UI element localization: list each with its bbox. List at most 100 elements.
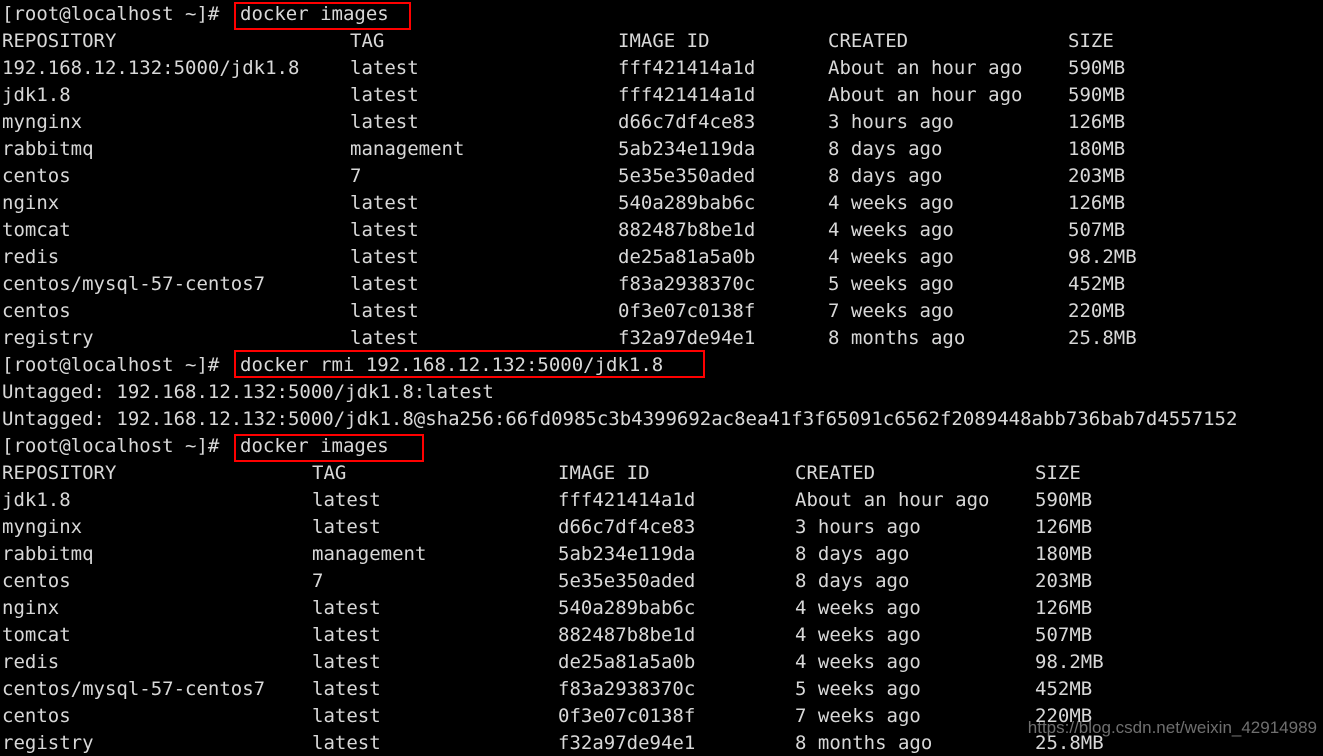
cell-size: 220MB [1068, 300, 1126, 322]
untagged-line-0-text: Untagged: 192.168.12.132:5000/jdk1.8:lat… [2, 381, 494, 403]
cell-repository: jdk1.8 [2, 84, 71, 106]
cell-created: 4 weeks ago [795, 597, 921, 619]
shell-prompt: [root@localhost ~]# [2, 3, 231, 25]
cell-repository: mynginx [2, 516, 83, 538]
cell-repository: registry [2, 327, 94, 349]
cell-tag: latest [312, 732, 381, 754]
cell-size: 126MB [1068, 192, 1126, 214]
cell-created: 8 days ago [795, 543, 910, 565]
cell-tag: latest [350, 84, 419, 106]
cell-size: 507MB [1035, 624, 1093, 646]
table-header-row: REPOSITORY TAG IMAGE ID CREATED SIZE [0, 460, 1323, 487]
table-row: jdk1.8 latest fff421414a1d About an hour ag… [0, 82, 1323, 109]
cell-tag: latest [312, 516, 381, 538]
cell-image-id: 5ab234e119da [618, 138, 756, 160]
table-row: rabbitmq management 5ab234e119da 8 days ago… [0, 541, 1323, 568]
cell-created: 7 weeks ago [795, 705, 921, 727]
cell-image-id: 882487b8be1d [618, 219, 756, 241]
cell-size: 590MB [1035, 489, 1093, 511]
table-row: centos/mysql-57-centos7 latest f83a2938370… [0, 271, 1323, 298]
table-row: redis latest de25a81a5a0b 4 weeks ago 98.2MB [0, 649, 1323, 676]
cell-repository: tomcat [2, 624, 71, 646]
cell-repository: jdk1.8 [2, 489, 71, 511]
cell-created: 5 weeks ago [795, 678, 921, 700]
cell-image-id: fff421414a1d [558, 489, 696, 511]
cell-repository: nginx [2, 192, 60, 214]
cell-created: 3 hours ago [795, 516, 921, 538]
cell-size: 452MB [1035, 678, 1093, 700]
cell-repository: mynginx [2, 111, 83, 133]
cell-image-id: 5ab234e119da [558, 543, 696, 565]
cell-created: About an hour ago [828, 57, 1023, 79]
table-row: registry latest f32a97de94e1 8 months ago 25… [0, 325, 1323, 352]
cell-size: 126MB [1035, 516, 1093, 538]
cell-repository: centos [2, 570, 71, 592]
cell-image-id: 540a289bab6c [618, 192, 756, 214]
prompt-line-rmi: [root@localhost ~]# docker rmi 192.168.1… [0, 352, 1323, 379]
cell-size: 180MB [1068, 138, 1126, 160]
untagged-line-0: Untagged: 192.168.12.132:5000/jdk1.8:lat… [0, 379, 1323, 406]
table-row: redis latest de25a81a5a0b 4 weeks ago 98.2MB [0, 244, 1323, 271]
cell-tag: latest [350, 192, 419, 214]
command-text-images-1[interactable]: docker images [240, 1, 389, 28]
column-header-tag: TAG [350, 30, 385, 52]
prompt-line-images-1: [root@localhost ~]# docker images [0, 1, 1323, 28]
table-row: 192.168.12.132:5000/jdk1.8 latest fff42141… [0, 55, 1323, 82]
cell-size: 126MB [1035, 597, 1093, 619]
cell-image-id: d66c7df4ce83 [558, 516, 696, 538]
column-header-created: CREATED [795, 462, 876, 484]
column-header-repository: REPOSITORY [2, 30, 117, 52]
command-text-images-2[interactable]: docker images [240, 433, 389, 460]
cell-repository: redis [2, 246, 60, 268]
cell-size: 180MB [1035, 543, 1093, 565]
table-row: mynginx latest d66c7df4ce83 3 hours ago 126M… [0, 514, 1323, 541]
cell-image-id: de25a81a5a0b [558, 651, 696, 673]
cell-tag: latest [350, 327, 419, 349]
cell-size: 203MB [1035, 570, 1093, 592]
cell-tag: latest [312, 705, 381, 727]
cell-created: 4 weeks ago [828, 219, 954, 241]
cell-tag: latest [350, 273, 419, 295]
cell-created: 8 months ago [828, 327, 966, 349]
cell-tag: latest [312, 651, 381, 673]
cell-repository: centos [2, 300, 71, 322]
cell-size: 507MB [1068, 219, 1126, 241]
column-header-size: SIZE [1068, 30, 1114, 52]
cell-tag: latest [350, 111, 419, 133]
cell-created: 8 days ago [828, 138, 943, 160]
cell-created: 4 weeks ago [828, 246, 954, 268]
cell-image-id: f32a97de94e1 [558, 732, 696, 754]
cell-created: 8 days ago [828, 165, 943, 187]
cell-size: 590MB [1068, 84, 1126, 106]
table-row: centos latest 0f3e07c0138f 7 weeks ago 220MB [0, 298, 1323, 325]
cell-image-id: 882487b8be1d [558, 624, 696, 646]
column-header-image-id: IMAGE ID [618, 30, 710, 52]
shell-prompt: [root@localhost ~]# [2, 354, 231, 376]
cell-image-id: 540a289bab6c [558, 597, 696, 619]
table-header-row: REPOSITORY TAG IMAGE ID CREATED SIZE [0, 28, 1323, 55]
command-text-rmi[interactable]: docker rmi 192.168.12.132:5000/jdk1.8 [240, 352, 663, 379]
cell-size: 203MB [1068, 165, 1126, 187]
cell-image-id: de25a81a5a0b [618, 246, 756, 268]
cell-image-id: 0f3e07c0138f [618, 300, 756, 322]
column-header-size: SIZE [1035, 462, 1081, 484]
table-row: mynginx latest d66c7df4ce83 3 hours ago 126M… [0, 109, 1323, 136]
table-row: centos/mysql-57-centos7 latest f83a2938370… [0, 676, 1323, 703]
cell-size: 98.2MB [1035, 651, 1104, 673]
cell-repository: centos [2, 165, 71, 187]
cell-created: 7 weeks ago [828, 300, 954, 322]
watermark-text: https://blog.csdn.net/weixin_42914989 [1027, 718, 1317, 737]
cell-image-id: d66c7df4ce83 [618, 111, 756, 133]
cell-created: 3 hours ago [828, 111, 954, 133]
cell-created: 8 months ago [795, 732, 933, 754]
terminal-screen[interactable]: [root@localhost ~]# docker images REPOSIT… [0, 0, 1323, 756]
cell-tag: 7 [312, 570, 324, 592]
cell-repository: 192.168.12.132:5000/jdk1.8 [2, 57, 300, 79]
cell-tag: latest [350, 57, 419, 79]
cell-repository: tomcat [2, 219, 71, 241]
cell-size: 452MB [1068, 273, 1126, 295]
table-row: centos 7 5e35e350aded 8 days ago 203MB [0, 568, 1323, 595]
table-row: tomcat latest 882487b8be1d 4 weeks ago 507MB [0, 217, 1323, 244]
cell-repository: registry [2, 732, 94, 754]
cell-created: About an hour ago [795, 489, 990, 511]
